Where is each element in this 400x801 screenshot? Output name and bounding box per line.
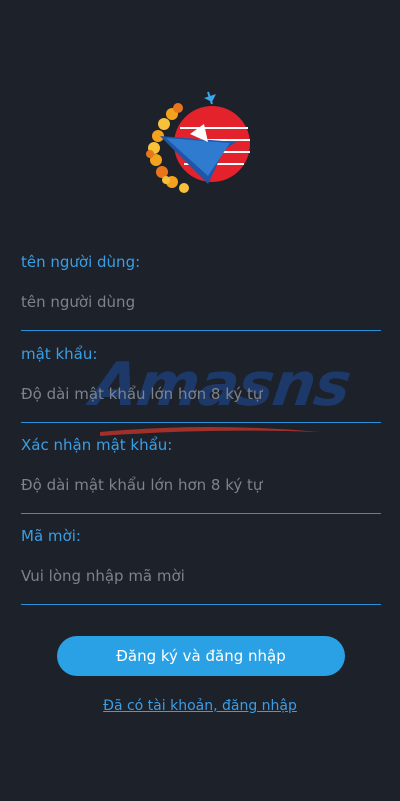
invite-code-label: Mã mời: <box>21 527 81 545</box>
password-field: mật khẩu: <box>21 344 381 423</box>
password-label: mật khẩu: <box>21 345 98 363</box>
confirm-password-field: Xác nhận mật khẩu: <box>21 435 381 514</box>
username-input[interactable] <box>21 287 381 331</box>
invite-code-field: Mã mời: <box>21 526 381 605</box>
brand-logo <box>146 91 250 193</box>
register-page: Amasns tên người dùng: mật khẩu: Xác nhậ… <box>0 0 400 801</box>
register-login-button[interactable]: Đăng ký và đăng nhập <box>57 636 345 676</box>
confirm-password-label: Xác nhận mật khẩu: <box>21 436 173 454</box>
username-field: tên người dùng: <box>21 252 381 331</box>
username-label: tên người dùng: <box>21 253 141 271</box>
existing-account-login-link[interactable]: Đã có tài khoản, đăng nhập <box>0 698 400 714</box>
invite-code-input[interactable] <box>21 561 381 605</box>
password-input[interactable] <box>21 379 381 423</box>
confirm-password-input[interactable] <box>21 470 381 514</box>
